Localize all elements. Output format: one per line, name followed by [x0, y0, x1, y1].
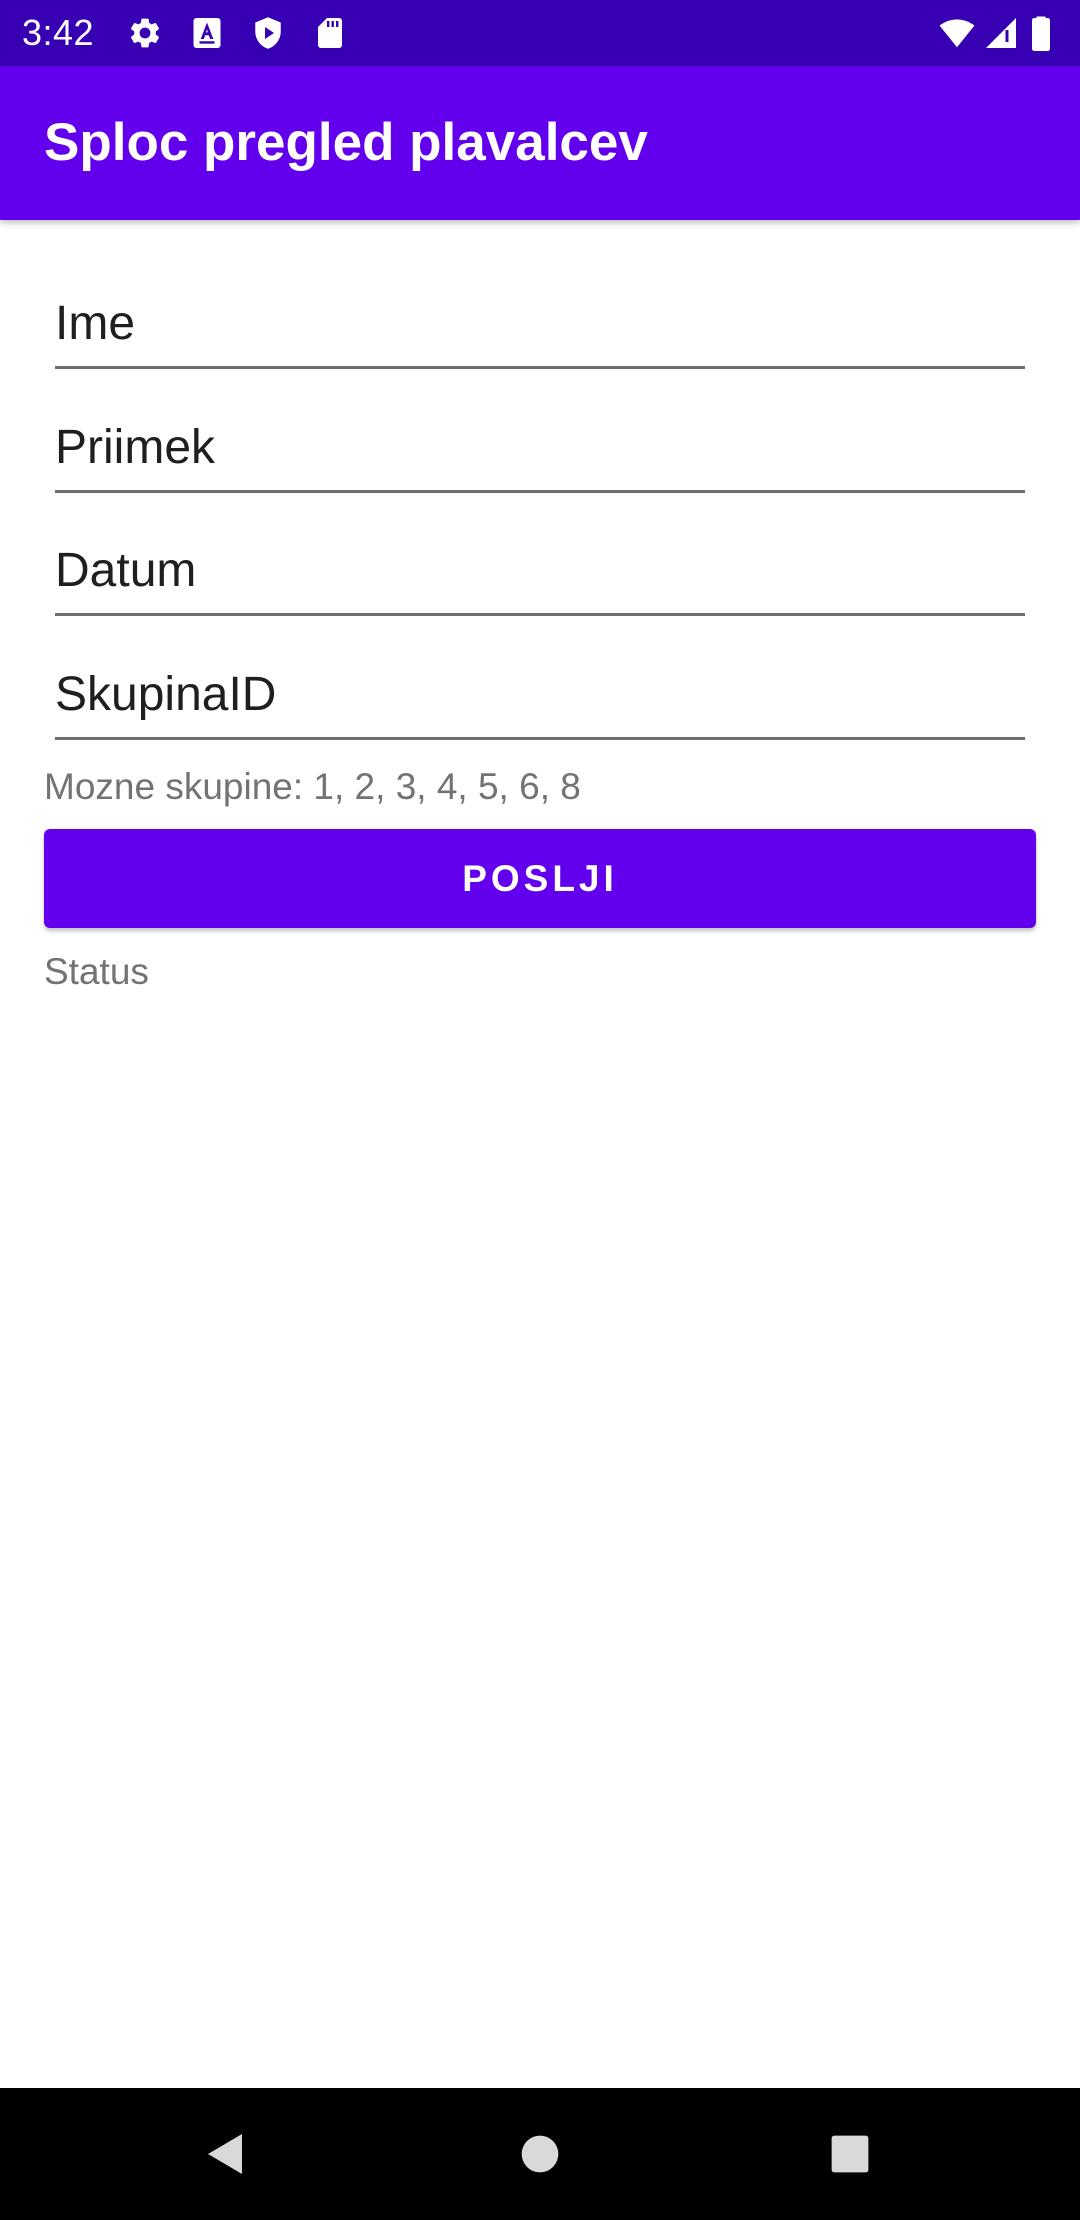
recents-icon [831, 2135, 869, 2173]
send-button[interactable]: POSLJI [44, 829, 1036, 928]
gear-icon [127, 15, 163, 51]
back-button[interactable] [156, 2088, 296, 2220]
navigation-bar [0, 2088, 1080, 2220]
battery-icon [1030, 15, 1058, 51]
recents-button[interactable] [780, 2088, 920, 2220]
home-icon [521, 2135, 559, 2173]
status-text: Status [44, 951, 149, 992]
first-name-input[interactable] [55, 290, 1025, 356]
group-id-field[interactable] [55, 647, 1025, 740]
wifi-icon [936, 15, 978, 51]
group-id-input[interactable] [55, 661, 1025, 727]
last-name-input[interactable] [55, 414, 1025, 480]
first-name-field[interactable] [55, 276, 1025, 369]
status-time: 3:42 [22, 12, 95, 53]
status-bar: 3:42 [0, 0, 1080, 66]
shield-play-icon [250, 15, 286, 51]
font-a-icon [189, 15, 225, 51]
date-input[interactable] [55, 537, 1025, 603]
home-button[interactable] [470, 2088, 610, 2220]
date-field[interactable] [55, 523, 1025, 616]
last-name-field[interactable] [55, 400, 1025, 493]
sd-card-icon [312, 15, 348, 51]
app-bar: Sploc pregled plavalcev [0, 66, 1080, 220]
back-icon [208, 2134, 242, 2174]
groups-hint: Mozne skupine: 1, 2, 3, 4, 5, 6, 8 [44, 766, 581, 807]
cellular-signal-icon [983, 15, 1019, 51]
app-title: Sploc pregled plavalcev [44, 113, 648, 172]
